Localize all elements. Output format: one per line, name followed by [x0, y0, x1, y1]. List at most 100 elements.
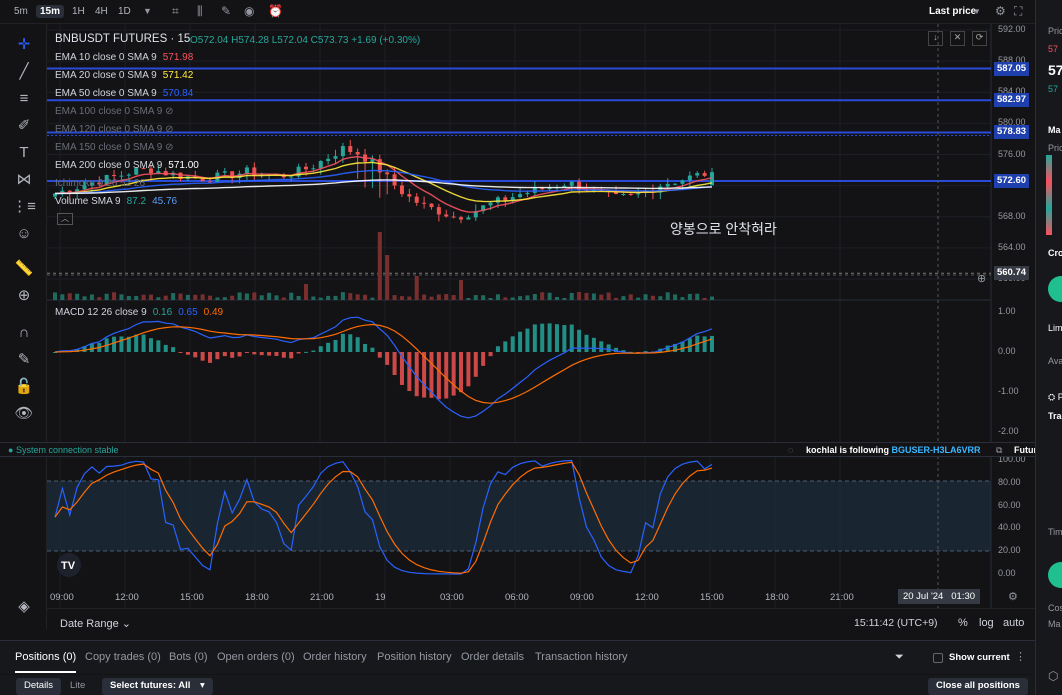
legend-ema120[interactable]: EMA 120 close 0 SMA 9 ⊘ [55, 124, 173, 135]
chart-type-icon[interactable]: ⫼ [197, 4, 203, 19]
macd-hist-bar [296, 352, 301, 354]
hidden-eye-icon[interactable]: ⊘ [165, 142, 173, 153]
timeframe-1d[interactable]: 1D [114, 5, 135, 18]
legend-macd[interactable]: MACD 12 26 close 9 0.16 0.65 0.49 [55, 307, 223, 318]
settings-icon[interactable]: ⚙ [995, 4, 1006, 18]
zoom-icon[interactable]: ⊕ [12, 285, 36, 307]
ruler-icon[interactable]: 📏 [12, 258, 36, 280]
tab-transaction-history[interactable]: Transaction history [535, 651, 628, 663]
price-level-tag[interactable]: 572.60 [994, 173, 1029, 188]
filter-icon[interactable]: ⏷ [895, 651, 904, 664]
rp-cost-label: Cos [1048, 603, 1062, 613]
horizontal-lines-icon[interactable]: ≡ [12, 88, 36, 110]
rp-buy-button[interactable] [1048, 562, 1062, 588]
emoji-icon[interactable]: ☺ [12, 223, 36, 245]
alarm-icon[interactable]: ⏰ [268, 4, 283, 18]
symbol-title: BNBUSDT FUTURES · 15 [55, 33, 191, 45]
layers-icon[interactable]: ◈ [12, 596, 36, 618]
pattern-icon[interactable]: ⋈ [12, 169, 36, 191]
lock-icon[interactable]: 🔓 [12, 376, 36, 398]
legend-ema100[interactable]: EMA 100 close 0 SMA 9 ⊘ [55, 106, 173, 117]
legend-ema200[interactable]: EMA 200 close 0 SMA 9 571.00 [55, 160, 199, 171]
eye-icon[interactable]: 👁 [12, 403, 36, 425]
add-alert-icon[interactable]: ⊕ [977, 272, 986, 285]
last-price-select[interactable]: Last price [929, 6, 976, 17]
macd-hist-bar [134, 334, 139, 352]
timeframe-dropdown-icon[interactable]: ▼ [143, 6, 152, 16]
lite-toggle[interactable]: Lite [62, 678, 93, 695]
details-toggle[interactable]: Details [16, 678, 62, 695]
trendline-icon[interactable]: ╱ [12, 61, 36, 83]
select-futures[interactable]: Select futures: All [102, 678, 199, 695]
macd-tick: 0.00 [998, 346, 1016, 356]
legend-ema50[interactable]: EMA 50 close 0 SMA 9 570.84 [55, 88, 193, 99]
tab-bots[interactable]: Bots (0) [169, 651, 208, 663]
macd-hist-bar [687, 338, 692, 352]
tab-copy-trades[interactable]: Copy trades (0) [85, 651, 161, 663]
fib-icon[interactable]: ⋮≡ [12, 196, 36, 218]
timeframe-4h[interactable]: 4H [91, 5, 112, 18]
price-level-tag[interactable]: 578.83 [994, 125, 1029, 140]
macd-hist-bar [599, 341, 604, 352]
volume-bar [193, 294, 198, 300]
scroll-down-icon[interactable]: ↓ [928, 31, 943, 46]
select-futures-chevron-icon[interactable]: ▾ [192, 678, 213, 695]
close-all-positions-button[interactable]: Close all positions [928, 678, 1028, 695]
legend-ema10[interactable]: EMA 10 close 0 SMA 9 571.98 [55, 52, 193, 63]
date-range-button[interactable]: Date Range ⌄ [60, 617, 131, 630]
auto-toggle[interactable]: auto [1003, 617, 1024, 629]
text-icon[interactable]: T [12, 142, 36, 164]
fullscreen-icon[interactable]: ⛶ [1014, 4, 1022, 19]
candle-body [222, 171, 227, 173]
hidden-eye-icon[interactable]: ⊘ [165, 106, 173, 117]
price-tick: 568.00 [998, 210, 1026, 221]
crosshair-icon[interactable]: ✛ [12, 34, 36, 56]
rp-trailing-label[interactable]: Trac [1048, 411, 1062, 421]
camera-icon[interactable]: ◉ [244, 4, 254, 18]
chart-annotation[interactable]: 양봉으로 안착혀라 [670, 219, 777, 239]
collapse-legend-button[interactable]: ︿ [57, 213, 73, 225]
legend-ichimoku[interactable]: Ichimoku 9 26 52 26 [55, 178, 145, 189]
brush-icon[interactable]: ✐ [12, 115, 36, 137]
hidden-eye-icon[interactable]: ⊘ [165, 124, 173, 135]
legend-ema20[interactable]: EMA 20 close 0 SMA 9 571.42 [55, 70, 193, 81]
volume-bar [540, 292, 545, 300]
timeframe-15m[interactable]: 15m [36, 5, 65, 18]
rp-open-button[interactable] [1048, 276, 1062, 302]
legend-volume[interactable]: Volume SMA 9 87.2 45.76 [55, 196, 177, 207]
legend-ema150[interactable]: EMA 150 close 0 SMA 9 ⊘ [55, 142, 173, 153]
tab-positions[interactable]: Positions (0) [15, 651, 77, 673]
tab-open-orders[interactable]: Open orders (0) [217, 651, 295, 663]
rp-cross-label[interactable]: Cro [1048, 248, 1062, 258]
more-icon[interactable]: ⋮ [1015, 650, 1026, 663]
magnet-icon[interactable]: ∩ [12, 322, 36, 344]
tab-order-history[interactable]: Order history [303, 651, 367, 663]
refresh-icon[interactable]: ⟳ [972, 31, 987, 46]
rp-ask: 57 [1048, 44, 1059, 54]
log-toggle[interactable]: log [979, 617, 994, 629]
macd-hist-bar [562, 325, 567, 352]
lock-drawing-icon[interactable]: ✎ [12, 349, 36, 371]
price-level-tag[interactable]: 587.05 [994, 61, 1029, 76]
show-current-checkbox[interactable] [933, 653, 943, 663]
draw-icon[interactable]: ✎ [221, 4, 231, 18]
rp-limit-tab[interactable]: Lim [1048, 323, 1062, 333]
price-level-tag[interactable]: 560.74 [994, 266, 1029, 281]
time-axis-settings-icon[interactable]: ⚙ [1008, 590, 1018, 603]
collapse-icon[interactable]: ✕ [950, 31, 965, 46]
macd-hist-bar [532, 324, 537, 352]
macd-tick: -2.00 [998, 426, 1019, 436]
chevron-down-icon[interactable]: ▼ [973, 7, 981, 16]
tab-order-details[interactable]: Order details [461, 651, 524, 663]
indicators-icon[interactable]: ⌗ [172, 4, 179, 19]
price-level-tag[interactable]: 582.97 [994, 93, 1029, 108]
timeframe-1h[interactable]: 1H [68, 5, 89, 18]
percent-toggle[interactable]: % [958, 617, 968, 629]
volume-bar [650, 295, 655, 300]
rp-price-header: Pric [1048, 143, 1062, 153]
timeframe-5m[interactable]: 5m [10, 5, 32, 18]
volume-bar [628, 294, 633, 300]
candle-body [112, 174, 117, 176]
tab-position-history[interactable]: Position history [377, 651, 452, 663]
volume-bar [112, 292, 117, 300]
